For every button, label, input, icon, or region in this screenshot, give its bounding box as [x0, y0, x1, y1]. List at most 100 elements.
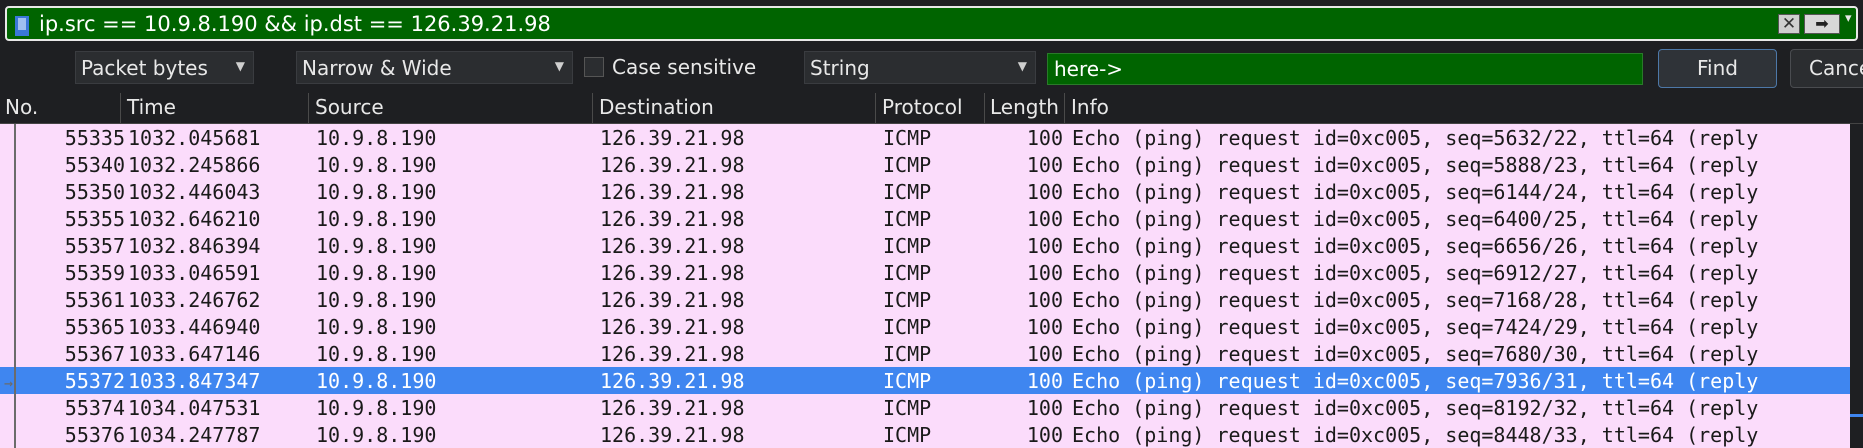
vertical-scrollbar[interactable] [1850, 124, 1863, 448]
character-width-value: Narrow & Wide [302, 56, 452, 80]
column-header-no[interactable]: No. [5, 95, 38, 123]
column-header-source[interactable]: Source [315, 95, 384, 123]
search-type-dropdown[interactable]: String ▼ [804, 51, 1036, 84]
clear-filter-icon[interactable]: ✕ [1778, 14, 1800, 34]
packet-list: No. Time Source Destination Protocol Len… [0, 93, 1863, 448]
packet-info: Echo (ping) request id=0xc005, seq=6144/… [1072, 180, 1759, 204]
packet-protocol: ICMP [883, 288, 932, 312]
table-row[interactable]: 55361 1033.246762 10.9.8.190 126.39.21.98 IC… [0, 286, 1850, 313]
scrollbar-selection-marker [1850, 414, 1863, 417]
table-row[interactable]: 55355 1032.646210 10.9.8.190 126.39.21.98 IC… [0, 205, 1850, 232]
packet-info: Echo (ping) request id=0xc005, seq=7168/… [1072, 288, 1759, 312]
packet-info: Echo (ping) request id=0xc005, seq=5888/… [1072, 153, 1759, 177]
table-row[interactable]: 55335 1032.045681 10.9.8.190 126.39.21.98 IC… [0, 124, 1850, 151]
packet-number: 55376 [64, 423, 125, 447]
packet-number: 55374 [64, 396, 125, 420]
packet-protocol: ICMP [883, 342, 932, 366]
packet-time: 1033.446940 [128, 315, 261, 339]
table-row[interactable]: 55357 1032.846394 10.9.8.190 126.39.21.98 IC… [0, 232, 1850, 259]
table-row[interactable]: 55372 1033.847347 10.9.8.190 126.39.21.98 IC… [0, 367, 1850, 394]
search-type-value: String [810, 56, 870, 80]
packet-info: Echo (ping) request id=0xc005, seq=8192/… [1072, 396, 1759, 420]
table-row[interactable]: 55376 1034.247787 10.9.8.190 126.39.21.98 IC… [0, 421, 1850, 448]
packet-number: 55372 [64, 369, 125, 393]
packet-length: 100 [1026, 288, 1063, 312]
table-row[interactable]: 55365 1033.446940 10.9.8.190 126.39.21.98 IC… [0, 313, 1850, 340]
search-in-value: Packet bytes [81, 56, 208, 80]
cancel-button[interactable]: Cancel [1790, 49, 1863, 88]
packet-number: 55361 [64, 288, 125, 312]
packet-protocol: ICMP [883, 126, 932, 150]
packet-protocol: ICMP [883, 396, 932, 420]
column-header-length[interactable]: Length [990, 95, 1059, 123]
packet-number: 55359 [64, 261, 125, 285]
packet-source: 10.9.8.190 [316, 315, 437, 339]
packet-info: Echo (ping) request id=0xc005, seq=7936/… [1072, 369, 1759, 393]
table-row[interactable]: 55350 1032.446043 10.9.8.190 126.39.21.98 IC… [0, 178, 1850, 205]
filter-history-chevron-icon[interactable]: ▾ [1845, 11, 1852, 26]
packet-length: 100 [1026, 207, 1063, 231]
packet-source: 10.9.8.190 [316, 369, 437, 393]
bookmark-icon[interactable] [15, 16, 29, 36]
packet-source: 10.9.8.190 [316, 423, 437, 447]
packet-number: 55350 [64, 180, 125, 204]
column-header-destination[interactable]: Destination [599, 95, 714, 123]
packet-number: 55355 [64, 207, 125, 231]
packet-length: 100 [1026, 153, 1063, 177]
packet-source: 10.9.8.190 [316, 207, 437, 231]
packet-length: 100 [1026, 234, 1063, 258]
display-filter-input[interactable]: ip.src == 10.9.8.190 && ip.dst == 126.39… [39, 12, 551, 36]
packet-time: 1033.246762 [128, 288, 261, 312]
packet-time: 1032.245866 [128, 153, 261, 177]
packet-source: 10.9.8.190 [316, 288, 437, 312]
column-header-info[interactable]: Info [1071, 95, 1109, 123]
table-row[interactable]: 55340 1032.245866 10.9.8.190 126.39.21.98 IC… [0, 151, 1850, 178]
packet-protocol: ICMP [883, 369, 932, 393]
packet-destination: 126.39.21.98 [600, 180, 745, 204]
table-row[interactable]: 55359 1033.046591 10.9.8.190 126.39.21.98 IC… [0, 259, 1850, 286]
packet-destination: 126.39.21.98 [600, 288, 745, 312]
table-row[interactable]: 55367 1033.647146 10.9.8.190 126.39.21.98 IC… [0, 340, 1850, 367]
packet-time: 1033.046591 [128, 261, 261, 285]
packet-protocol: ICMP [883, 234, 932, 258]
search-in-dropdown[interactable]: Packet bytes ▼ [75, 51, 254, 84]
packet-number: 55365 [64, 315, 125, 339]
related-packet-line [14, 124, 16, 448]
packet-destination: 126.39.21.98 [600, 315, 745, 339]
packet-source: 10.9.8.190 [316, 180, 437, 204]
find-toolbar: Packet bytes ▼ Narrow & Wide ▼ Case sens… [0, 48, 1863, 92]
chevron-down-icon: ▼ [554, 59, 564, 73]
packet-info: Echo (ping) request id=0xc005, seq=7424/… [1072, 315, 1759, 339]
display-filter-bar[interactable]: ip.src == 10.9.8.190 && ip.dst == 126.39… [5, 6, 1858, 41]
packet-destination: 126.39.21.98 [600, 261, 745, 285]
packet-info: Echo (ping) request id=0xc005, seq=6912/… [1072, 261, 1759, 285]
packet-length: 100 [1026, 423, 1063, 447]
packet-number: 55367 [64, 342, 125, 366]
column-header-protocol[interactable]: Protocol [882, 95, 963, 123]
character-width-dropdown[interactable]: Narrow & Wide ▼ [296, 51, 573, 84]
apply-filter-icon[interactable]: ➡ [1804, 14, 1840, 34]
packet-time: 1032.446043 [128, 180, 261, 204]
packet-protocol: ICMP [883, 180, 932, 204]
packet-length: 100 [1026, 342, 1063, 366]
find-search-input[interactable]: here-> [1047, 53, 1643, 85]
packet-destination: 126.39.21.98 [600, 342, 745, 366]
chevron-down-icon: ▼ [235, 59, 245, 73]
packet-length: 100 [1026, 261, 1063, 285]
packet-source: 10.9.8.190 [316, 261, 437, 285]
find-button[interactable]: Find [1658, 49, 1777, 88]
packet-info: Echo (ping) request id=0xc005, seq=5632/… [1072, 126, 1759, 150]
column-header-time[interactable]: Time [127, 95, 176, 123]
packet-length: 100 [1026, 369, 1063, 393]
packet-number: 55357 [64, 234, 125, 258]
packet-source: 10.9.8.190 [316, 126, 437, 150]
packet-destination: 126.39.21.98 [600, 153, 745, 177]
packet-time: 1032.045681 [128, 126, 261, 150]
table-row[interactable]: 55374 1034.047531 10.9.8.190 126.39.21.98 IC… [0, 394, 1850, 421]
packet-time: 1032.846394 [128, 234, 261, 258]
packet-time: 1034.047531 [128, 396, 261, 420]
case-sensitive-checkbox[interactable] [584, 57, 604, 77]
packet-number: 55335 [64, 126, 125, 150]
packet-destination: 126.39.21.98 [600, 396, 745, 420]
packet-info: Echo (ping) request id=0xc005, seq=8448/… [1072, 423, 1759, 447]
